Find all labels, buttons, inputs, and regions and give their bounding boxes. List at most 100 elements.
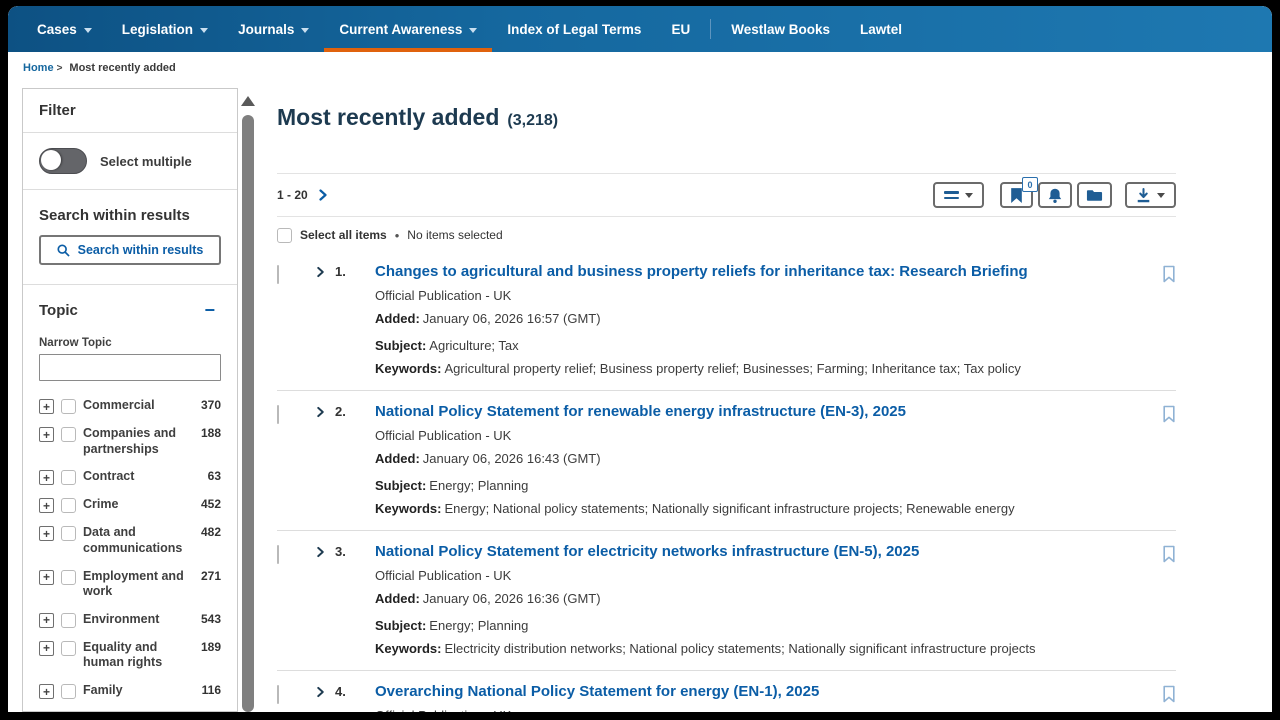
bookmark-outline-icon	[1162, 545, 1176, 563]
next-page-button[interactable]	[317, 189, 329, 201]
topic-checkbox[interactable]	[61, 427, 76, 442]
nav-journals[interactable]: Journals	[223, 6, 324, 52]
item-checkbox[interactable]	[277, 685, 279, 704]
result-title-link[interactable]: National Policy Statement for electricit…	[375, 543, 1150, 561]
topic-label[interactable]: Employment and work	[83, 569, 194, 600]
top-navigation: Cases Legislation Journals Current Aware…	[8, 6, 1272, 52]
breadcrumb-home-link[interactable]: Home	[23, 62, 54, 74]
nav-divider	[710, 19, 711, 39]
item-bookmark-button[interactable]	[1162, 545, 1176, 566]
chevron-down-icon	[469, 28, 477, 33]
bookmark-button[interactable]: 0	[1000, 182, 1033, 208]
breadcrumb-separator: >	[57, 63, 63, 74]
item-checkbox[interactable]	[277, 265, 279, 284]
result-title-link[interactable]: Changes to agricultural and business pro…	[375, 263, 1150, 281]
expand-chevron-icon[interactable]	[315, 266, 326, 278]
topic-checkbox[interactable]	[61, 570, 76, 585]
item-checkbox[interactable]	[277, 545, 279, 564]
expand-chevron-icon[interactable]	[315, 406, 326, 418]
topic-row-companies: Companies and partnerships 188	[39, 420, 221, 463]
item-number: 2.	[335, 403, 375, 419]
nav-label: EU	[671, 22, 690, 37]
download-button[interactable]	[1125, 182, 1176, 208]
display-options-button[interactable]	[933, 182, 984, 208]
topic-label[interactable]: Equality and human rights	[83, 640, 194, 671]
chevron-down-icon	[301, 28, 309, 33]
alert-button[interactable]	[1038, 182, 1072, 208]
collapse-topic-icon[interactable]: −	[198, 300, 221, 320]
item-bookmark-button[interactable]	[1162, 405, 1176, 426]
item-number: 3.	[335, 543, 375, 559]
added-line: Added:January 06, 2026 16:36 (GMT)	[375, 591, 1150, 607]
topic-count: 271	[201, 569, 221, 584]
topic-checkbox[interactable]	[61, 470, 76, 485]
item-bookmark-button[interactable]	[1162, 265, 1176, 286]
scroll-up-arrow-icon[interactable]	[241, 96, 255, 106]
topic-row-employment: Employment and work 271	[39, 563, 221, 606]
topic-section-title: Topic	[39, 302, 78, 319]
topic-checkbox[interactable]	[61, 399, 76, 414]
expand-plus-icon[interactable]	[39, 526, 54, 541]
topic-checkbox[interactable]	[61, 684, 76, 699]
topic-label[interactable]: Commercial	[83, 398, 194, 414]
topic-checkbox[interactable]	[61, 641, 76, 656]
result-item-1: 1. Changes to agricultural and business …	[277, 251, 1176, 390]
narrow-topic-input[interactable]	[39, 354, 221, 381]
topic-row-finance: Finance 577	[39, 705, 221, 712]
nav-label: Current Awareness	[339, 22, 462, 37]
folder-button[interactable]	[1077, 182, 1112, 208]
breadcrumb-current: Most recently added	[69, 62, 175, 74]
topic-label[interactable]: Family	[83, 683, 195, 699]
search-within-button-label: Search within results	[78, 243, 204, 257]
nav-eu[interactable]: EU	[656, 6, 705, 52]
nav-westlaw-books[interactable]: Westlaw Books	[716, 6, 845, 52]
bookmark-outline-icon	[1162, 405, 1176, 423]
expand-chevron-icon[interactable]	[315, 686, 326, 698]
topic-row-crime: Crime 452	[39, 491, 221, 519]
folder-icon	[1086, 188, 1103, 203]
bookmark-count-badge: 0	[1022, 177, 1038, 192]
topic-checkbox[interactable]	[61, 498, 76, 513]
download-icon	[1136, 188, 1151, 203]
select-multiple-toggle[interactable]	[39, 148, 87, 174]
expand-plus-icon[interactable]	[39, 613, 54, 628]
search-within-results-button[interactable]: Search within results	[39, 235, 221, 265]
result-title-link[interactable]: Overarching National Policy Statement fo…	[375, 683, 1150, 701]
topic-checkbox[interactable]	[61, 613, 76, 628]
expand-chevron-icon[interactable]	[315, 546, 326, 558]
nav-cases[interactable]: Cases	[22, 6, 107, 52]
results-panel: Most recently added (3,218) 1 - 20	[256, 84, 1272, 712]
topic-label[interactable]: Crime	[83, 497, 194, 513]
nav-lawtel[interactable]: Lawtel	[845, 6, 917, 52]
scrollbar-thumb[interactable]	[242, 115, 254, 712]
topic-label[interactable]: Contract	[83, 469, 201, 485]
nav-legislation[interactable]: Legislation	[107, 6, 223, 52]
expand-plus-icon[interactable]	[39, 570, 54, 585]
expand-plus-icon[interactable]	[39, 470, 54, 485]
expand-plus-icon[interactable]	[39, 498, 54, 513]
topic-checkbox[interactable]	[61, 526, 76, 541]
select-all-checkbox[interactable]	[277, 228, 292, 243]
topic-count: 63	[208, 469, 221, 484]
narrow-topic-label: Narrow Topic	[39, 337, 221, 349]
expand-plus-icon[interactable]	[39, 684, 54, 699]
topic-label[interactable]: Environment	[83, 612, 194, 628]
toggle-knob	[41, 150, 61, 170]
topic-label[interactable]: Data and communications	[83, 525, 194, 556]
publication-type: Official Publication - UK	[375, 708, 1150, 712]
nav-index-of-legal-terms[interactable]: Index of Legal Terms	[492, 6, 656, 52]
expand-plus-icon[interactable]	[39, 641, 54, 656]
topic-label[interactable]: Finance	[83, 711, 194, 712]
nav-current-awareness[interactable]: Current Awareness	[324, 6, 492, 52]
item-number: 4.	[335, 683, 375, 699]
item-bookmark-button[interactable]	[1162, 685, 1176, 706]
expand-plus-icon[interactable]	[39, 399, 54, 414]
result-title-link[interactable]: National Policy Statement for renewable …	[375, 403, 1150, 421]
expand-plus-icon[interactable]	[39, 427, 54, 442]
results-list: 1. Changes to agricultural and business …	[277, 251, 1176, 712]
chevron-down-icon	[1157, 193, 1165, 198]
topic-label[interactable]: Companies and partnerships	[83, 426, 194, 457]
item-checkbox[interactable]	[277, 405, 279, 424]
select-multiple-label: Select multiple	[100, 154, 192, 169]
bookmark-outline-icon	[1162, 265, 1176, 283]
